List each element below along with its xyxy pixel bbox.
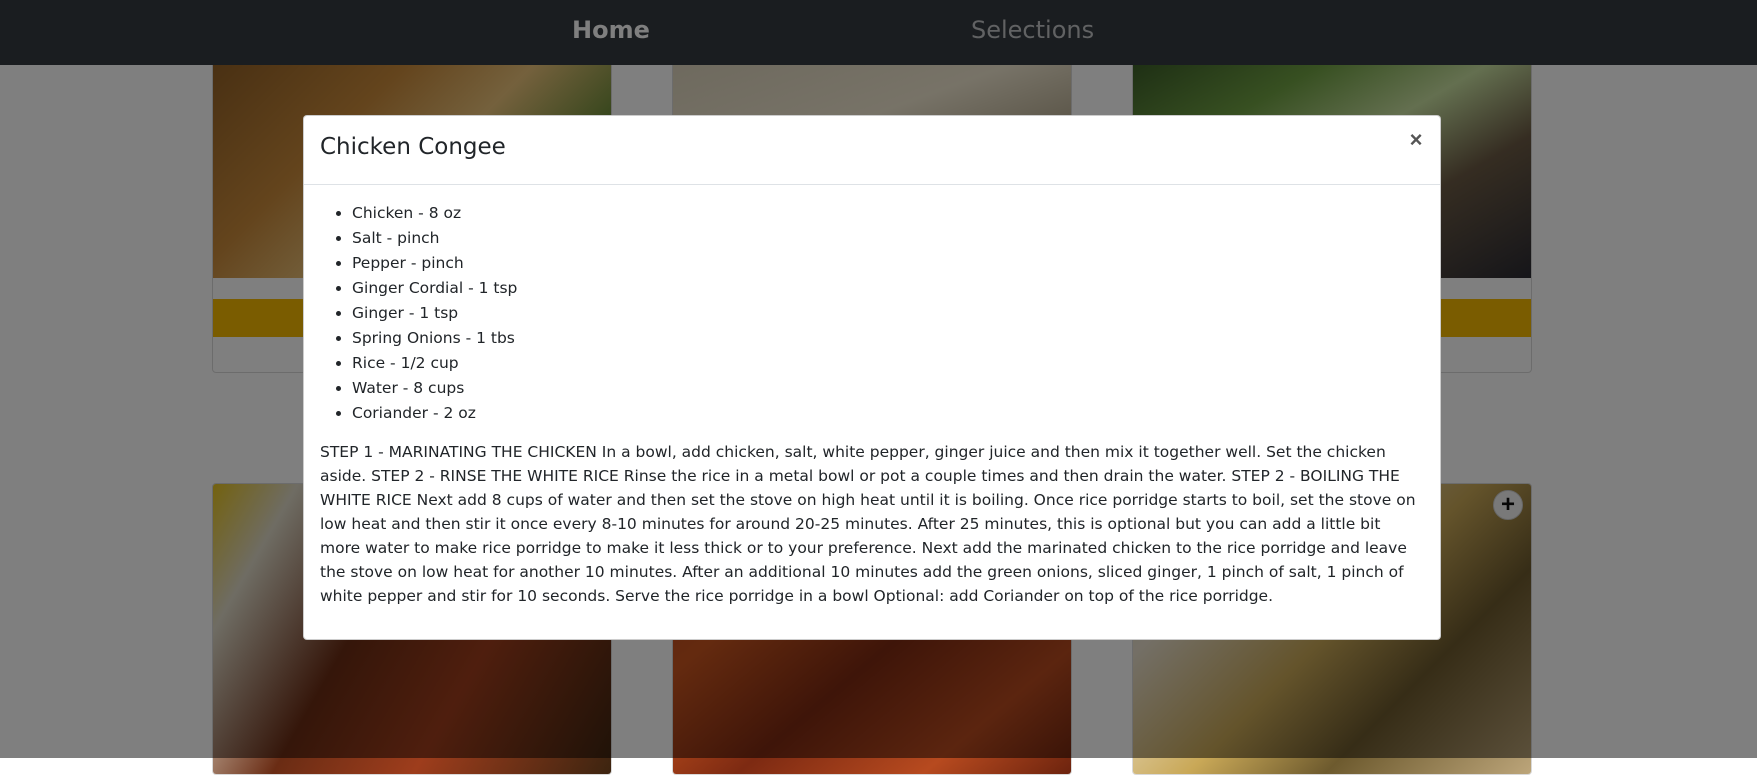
ingredient-item: Spring Onions - 1 tbs <box>352 326 1424 351</box>
ingredient-item: Water - 8 cups <box>352 376 1424 401</box>
ingredient-item: Salt - pinch <box>352 226 1424 251</box>
recipe-instructions: STEP 1 - MARINATING THE CHICKEN In a bow… <box>320 443 1416 605</box>
ingredient-item: Rice - 1/2 cup <box>352 351 1424 376</box>
ingredient-item: Coriander - 2 oz <box>352 401 1424 426</box>
ingredient-item: Pepper - pinch <box>352 251 1424 276</box>
ingredient-item: Chicken - 8 oz <box>352 201 1424 226</box>
modal-body: Chicken - 8 oz Salt - pinch Pepper - pin… <box>304 185 1440 608</box>
recipe-modal: Chicken Congee × Chicken - 8 oz Salt - p… <box>303 115 1441 640</box>
ingredients-list: Chicken - 8 oz Salt - pinch Pepper - pin… <box>320 201 1424 426</box>
ingredient-item: Ginger Cordial - 1 tsp <box>352 276 1424 301</box>
ingredient-item: Ginger - 1 tsp <box>352 301 1424 326</box>
modal-title: Chicken Congee <box>320 134 506 160</box>
close-button[interactable]: × <box>1404 128 1428 152</box>
modal-header: Chicken Congee × <box>304 116 1440 185</box>
